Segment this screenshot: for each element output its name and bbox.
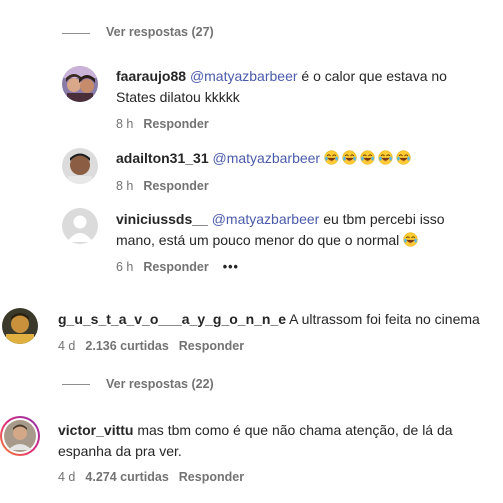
reply-button[interactable]: Responder [179, 470, 244, 484]
likes-count[interactable]: 4.274 curtidas [85, 470, 168, 484]
timestamp[interactable]: 8 h [116, 179, 133, 193]
timestamp[interactable]: 4 d [58, 339, 75, 353]
avatar[interactable] [62, 148, 98, 184]
laughing-tears-emoji [403, 232, 418, 247]
laughing-tears-emoji [324, 150, 339, 165]
username-link[interactable]: viniciussds__ [116, 211, 208, 227]
reply-meta: 6 h Responder ••• [116, 260, 239, 274]
mention-link[interactable]: @matyazbarbeer [212, 211, 320, 227]
username-link[interactable]: adailton31_31 [116, 150, 209, 166]
avatar-photo [4, 420, 36, 452]
reply-button[interactable]: Responder [143, 179, 208, 193]
default-avatar[interactable] [62, 208, 98, 244]
reply-text: faaraujo88 @matyazbarbeer é o calor que … [116, 66, 486, 108]
reply-button[interactable]: Responder [143, 117, 208, 131]
comment-text: victor_vittu mas tbm como é que não cham… [58, 420, 488, 462]
likes-count[interactable]: 2.136 curtidas [85, 339, 168, 353]
timestamp[interactable]: 8 h [116, 117, 133, 131]
story-ring[interactable] [0, 416, 40, 456]
default-avatar-icon [62, 208, 98, 244]
comment-body: A ultrassom foi feita no cinema [286, 311, 480, 327]
comment-meta: 4 d 4.274 curtidas Responder [58, 470, 244, 484]
reply-meta: 8 h Responder [116, 179, 209, 193]
laughing-tears-emoji [396, 150, 411, 165]
laughing-emoji-group [324, 150, 414, 166]
reply-text: adailton31_31 @matyazbarbeer [116, 148, 486, 169]
mention-link[interactable]: @matyazbarbeer [213, 150, 321, 166]
avatar [2, 418, 38, 454]
laughing-tears-emoji [360, 150, 375, 165]
avatar-photo [62, 66, 98, 102]
more-options-icon[interactable]: ••• [223, 260, 239, 274]
reply-meta: 8 h Responder [116, 117, 209, 131]
timestamp[interactable]: 4 d [58, 470, 75, 484]
avatar-photo [2, 308, 38, 344]
view-replies-button[interactable]: Ver respostas (27) [106, 25, 214, 39]
replies-divider [62, 384, 90, 385]
avatar[interactable] [62, 66, 98, 102]
username-link[interactable]: faaraujo88 [116, 68, 186, 84]
reply-text: viniciussds__ @matyazbarbeer eu tbm perc… [116, 209, 476, 251]
replies-divider [62, 33, 90, 34]
comment-text: g_u_s_t_a_v_o___a_y_g_o_n_n_e A ultrasso… [58, 309, 498, 330]
laughing-tears-emoji [378, 150, 393, 165]
reply-button[interactable]: Responder [179, 339, 244, 353]
mention-link[interactable]: @matyazbarbeer [190, 68, 298, 84]
laughing-tears-emoji [342, 150, 357, 165]
username-link[interactable]: victor_vittu [58, 422, 133, 438]
view-replies-button[interactable]: Ver respostas (22) [106, 377, 214, 391]
avatar-photo [62, 148, 98, 184]
timestamp[interactable]: 6 h [116, 260, 133, 274]
reply-button[interactable]: Responder [143, 260, 208, 274]
comment-meta: 4 d 2.136 curtidas Responder [58, 339, 244, 353]
username-link[interactable]: g_u_s_t_a_v_o___a_y_g_o_n_n_e [58, 311, 286, 327]
avatar[interactable] [2, 308, 38, 344]
